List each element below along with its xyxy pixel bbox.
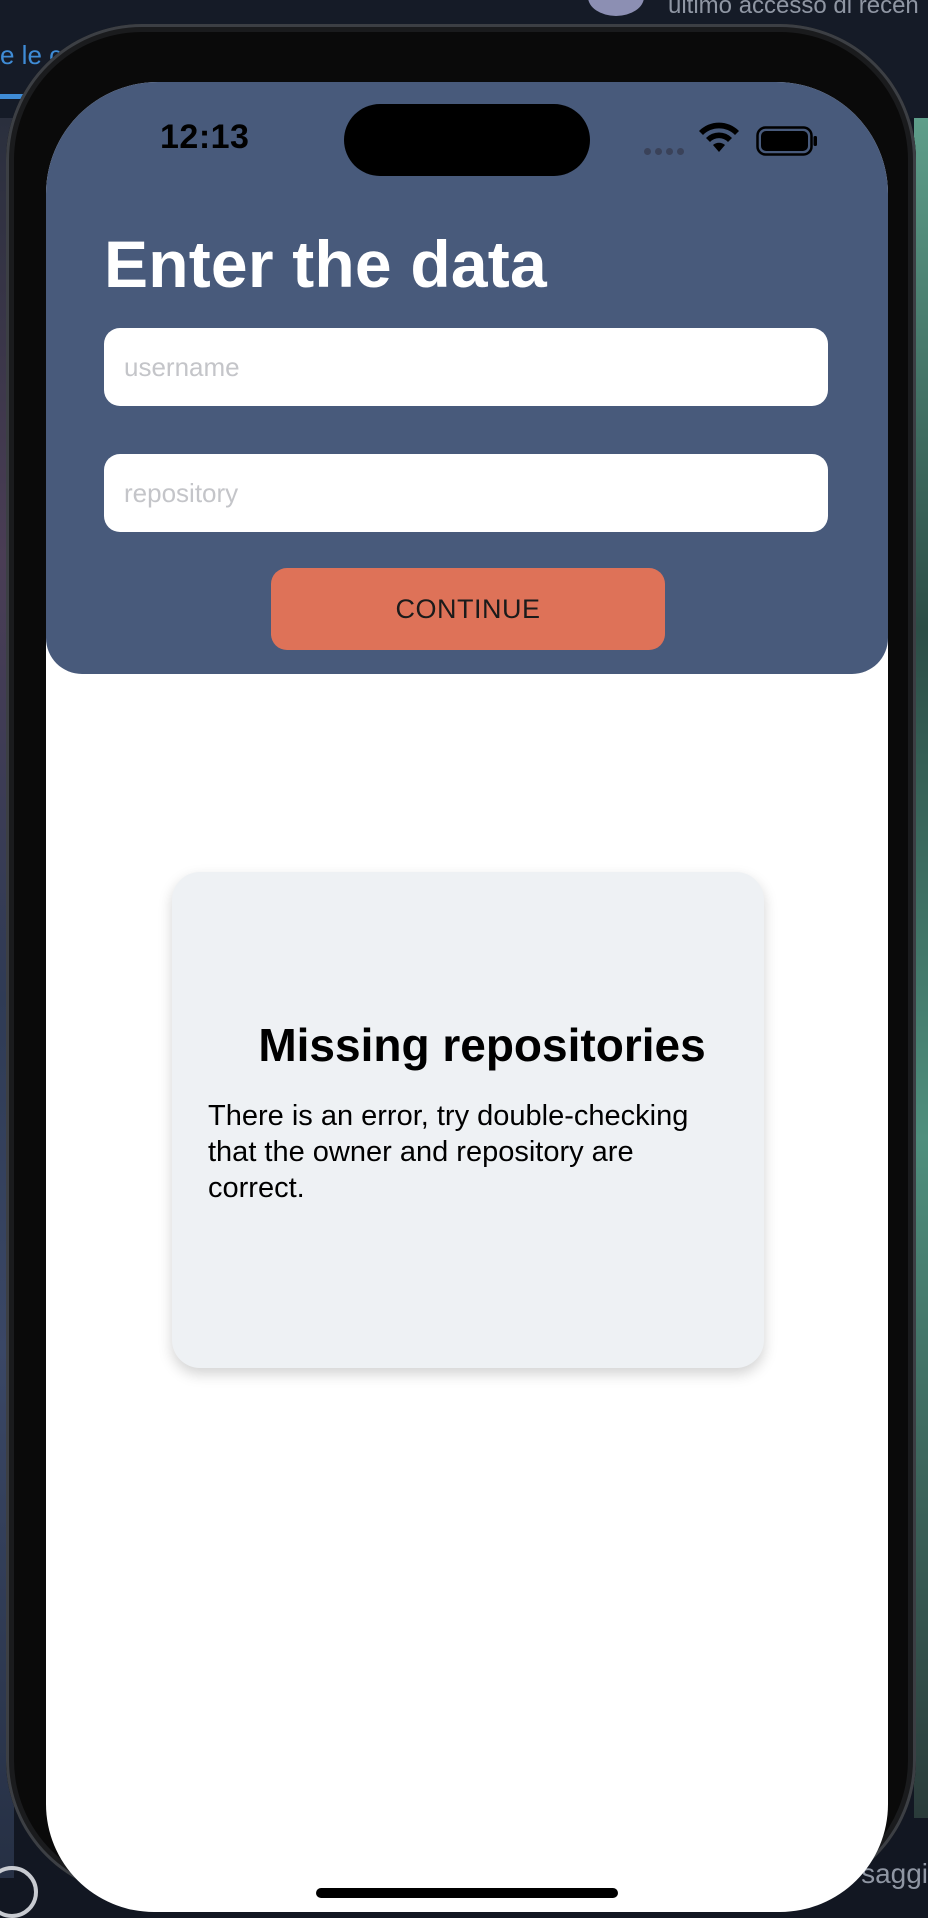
- error-message: There is an error, try double-checking t…: [208, 1100, 689, 1204]
- background-right-strip: [914, 118, 928, 1818]
- repository-input[interactable]: [104, 454, 828, 532]
- status-time: 12:13: [160, 118, 250, 156]
- error-title: Missing repositories: [258, 1019, 706, 1071]
- phone-screen: 12:13 Enter the data CO: [46, 82, 888, 1912]
- dynamic-island: [344, 104, 590, 176]
- continue-button[interactable]: CONTINUE: [271, 568, 665, 650]
- battery-icon: [756, 126, 817, 156]
- status-bar: 12:13: [46, 82, 888, 202]
- signal-icon: [644, 148, 686, 156]
- username-input[interactable]: [104, 328, 828, 406]
- header-panel: 12:13 Enter the data CO: [46, 82, 888, 674]
- home-indicator[interactable]: [316, 1888, 618, 1898]
- background-last-seen-text: ultimo accesso di recen: [668, 0, 919, 19]
- background-bottom-text: saggi: [861, 1858, 928, 1889]
- error-card: Missing repositories There is an error, …: [172, 872, 764, 1368]
- page-title: Enter the data: [104, 227, 547, 301]
- wifi-icon: [699, 122, 739, 152]
- phone-frame: 12:13 Enter the data CO: [6, 24, 916, 1912]
- background-circle-icon: [0, 1866, 38, 1918]
